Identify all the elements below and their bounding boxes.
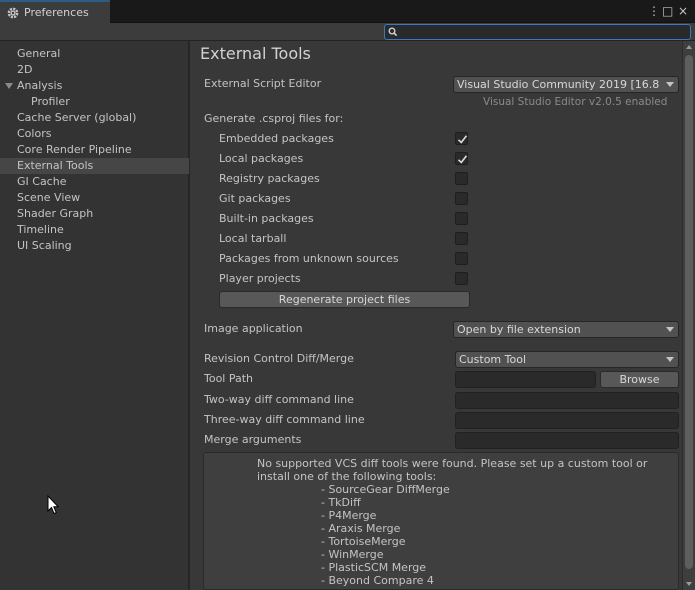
local-tarball-checkbox[interactable]: [455, 232, 468, 245]
tool-list-item: - TkDiff: [321, 496, 361, 509]
image-app-dropdown[interactable]: Open by file extension: [453, 321, 679, 338]
help-message: No supported VCS diff tools were found. …: [257, 457, 648, 483]
merge-arguments-field[interactable]: [455, 432, 679, 449]
local-packages-checkbox[interactable]: [455, 152, 468, 165]
tool-list-item: - SourceGear DiffMerge: [321, 483, 450, 496]
mouse-cursor-icon: [47, 495, 59, 515]
sidebar-item-general[interactable]: General: [0, 46, 189, 62]
sidebar-item-timeline[interactable]: Timeline: [0, 222, 189, 238]
two-way-diff-field[interactable]: [455, 392, 679, 409]
sidebar-item-cache-server[interactable]: Cache Server (global): [0, 110, 189, 126]
sidebar-item-profiler[interactable]: Profiler: [0, 94, 189, 110]
three-way-diff-label: Three-way diff command line: [204, 413, 365, 426]
csproj-option-label: Embedded packages: [219, 132, 334, 145]
csproj-option-label: Local tarball: [219, 232, 287, 245]
checkmark-icon: [457, 155, 468, 164]
scroll-down-arrow-icon[interactable]: [686, 582, 692, 586]
sidebar-item-2d[interactable]: 2D: [0, 62, 189, 78]
csproj-option-label: Built-in packages: [219, 212, 314, 225]
script-editor-label: External Script Editor: [204, 77, 322, 90]
tool-list-item: - Araxis Merge: [321, 522, 401, 535]
tool-path-field[interactable]: [455, 371, 596, 388]
csproj-heading: Generate .csproj files for:: [204, 112, 344, 125]
csproj-option-label: Git packages: [219, 192, 291, 205]
revision-control-label: Revision Control Diff/Merge: [204, 352, 354, 365]
script-editor-dropdown[interactable]: Visual Studio Community 2019 [16.8: [453, 76, 679, 93]
checkmark-icon: [457, 135, 468, 144]
builtin-packages-checkbox[interactable]: [455, 212, 468, 225]
tool-path-label: Tool Path: [204, 372, 254, 385]
tab-title: Preferences: [24, 6, 89, 19]
regenerate-project-files-button[interactable]: Regenerate project files: [219, 291, 470, 308]
image-app-value: Open by file extension: [457, 323, 581, 336]
maximize-icon[interactable]: □: [662, 4, 673, 18]
tool-list-item: - TortoiseMerge: [321, 535, 406, 548]
sidebar-item-core-render-pipeline[interactable]: Core Render Pipeline: [0, 142, 189, 158]
tool-list-item: - PlasticSCM Merge: [321, 561, 427, 574]
git-packages-checkbox[interactable]: [455, 192, 468, 205]
sidebar-item-external-tools[interactable]: External Tools: [0, 158, 189, 174]
tool-list-item: - Beyond Compare 4: [321, 574, 434, 587]
scrollbar-thumb[interactable]: [685, 55, 693, 569]
sidebar-item-analysis[interactable]: Analysis: [0, 78, 189, 94]
revision-control-value: Custom Tool: [459, 353, 527, 366]
sidebar-item-scene-view[interactable]: Scene View: [0, 190, 189, 206]
main-panel: External Tools External Script Editor Vi…: [190, 41, 682, 590]
player-projects-checkbox[interactable]: [455, 272, 468, 285]
script-editor-hint: Visual Studio Editor v2.0.5 enabled: [483, 96, 668, 108]
more-menu-icon[interactable]: ⋮: [648, 4, 660, 18]
page-title: External Tools: [200, 44, 311, 63]
scroll-up-arrow-icon[interactable]: [686, 45, 692, 49]
dropdown-arrow-icon: [666, 357, 674, 362]
tool-list-item: - WinMerge: [321, 548, 384, 561]
dropdown-arrow-icon: [666, 327, 674, 332]
toolbar: [0, 23, 695, 41]
tool-list-item: - P4Merge: [321, 509, 377, 522]
search-input[interactable]: [384, 24, 691, 40]
unknown-sources-checkbox[interactable]: [455, 252, 468, 265]
sidebar-item-ui-scaling[interactable]: UI Scaling: [0, 238, 189, 254]
browse-button[interactable]: Browse: [600, 371, 679, 388]
csproj-option-label: Player projects: [219, 272, 301, 285]
csproj-option-label: Registry packages: [219, 172, 320, 185]
tab-bar: Preferences ⋮ □ ×: [0, 0, 695, 23]
three-way-diff-field[interactable]: [455, 412, 679, 429]
sidebar-item-shader-graph[interactable]: Shader Graph: [0, 206, 189, 222]
revision-control-dropdown[interactable]: Custom Tool: [455, 351, 679, 368]
dropdown-arrow-icon: [666, 82, 674, 87]
close-icon[interactable]: ×: [678, 4, 688, 18]
foldout-arrow-icon[interactable]: [5, 83, 13, 89]
sidebar: General 2D Analysis Profiler Cache Serve…: [0, 41, 189, 590]
image-app-label: Image application: [204, 322, 303, 335]
script-editor-value: Visual Studio Community 2019 [16.8: [457, 78, 660, 91]
diff-tools-help-box: No supported VCS diff tools were found. …: [203, 452, 679, 590]
sidebar-item-colors[interactable]: Colors: [0, 126, 189, 142]
sidebar-item-gi-cache[interactable]: GI Cache: [0, 174, 189, 190]
gear-icon: [6, 6, 20, 20]
registry-packages-checkbox[interactable]: [455, 172, 468, 185]
tab-preferences[interactable]: Preferences: [0, 0, 110, 23]
merge-arguments-label: Merge arguments: [204, 433, 302, 446]
csproj-option-label: Packages from unknown sources: [219, 252, 399, 265]
search-icon: [388, 26, 398, 37]
embedded-packages-checkbox[interactable]: [455, 132, 468, 145]
vertical-scrollbar[interactable]: [682, 41, 695, 590]
csproj-option-label: Local packages: [219, 152, 304, 165]
two-way-diff-label: Two-way diff command line: [204, 393, 354, 406]
